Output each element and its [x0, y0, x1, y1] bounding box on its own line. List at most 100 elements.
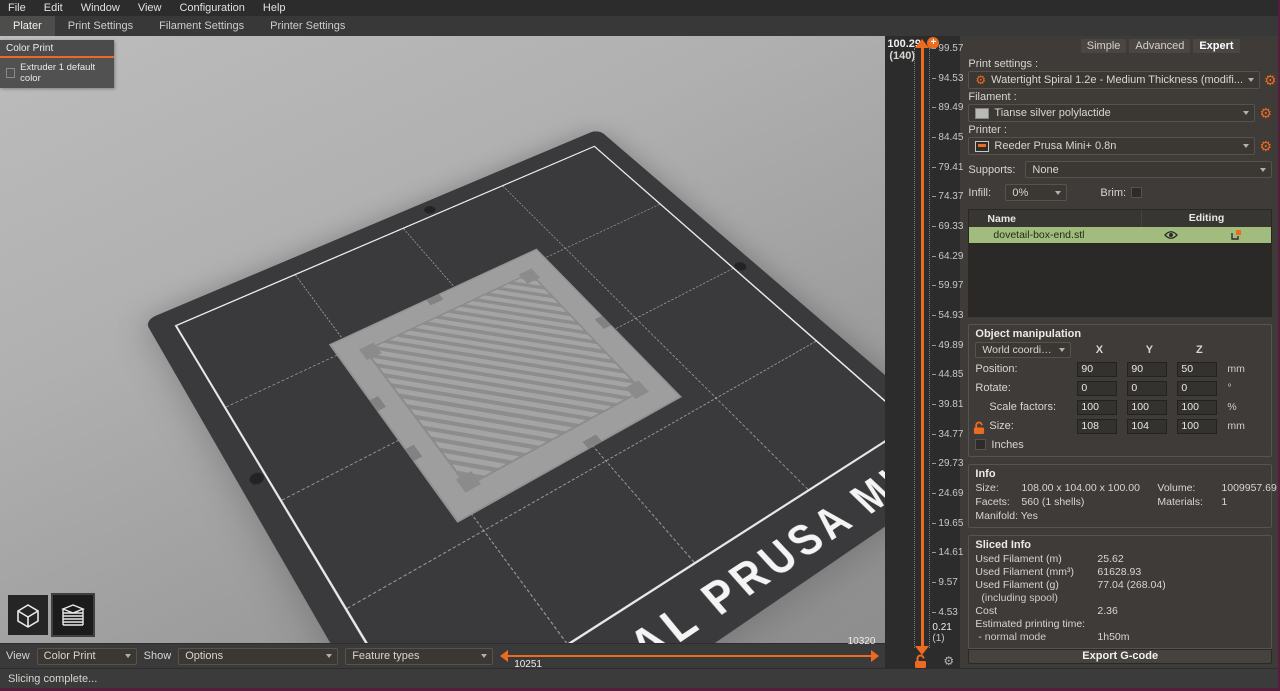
rotate-unit: °: [1227, 382, 1255, 394]
feature-types-select[interactable]: Feature types: [345, 648, 493, 665]
editing-button[interactable]: [1201, 229, 1271, 241]
prusaslicer-window: File Edit Window View Configuration Help Plat…: [0, 0, 1278, 688]
layer-tick-label: 44.85: [932, 370, 963, 380]
view-type-select[interactable]: Color Print: [37, 648, 137, 665]
printing-time-label: Estimated printing time:: [975, 618, 1265, 630]
info-materials-value: 1: [1221, 496, 1276, 508]
legend-entry-label: Extruder 1 default color: [20, 62, 108, 84]
3d-editor-view-button[interactable]: [8, 595, 48, 635]
object-row[interactable]: dovetail-box-end.stl: [969, 227, 1271, 243]
inches-checkbox[interactable]: [975, 439, 986, 450]
mode-simple[interactable]: Simple: [1081, 39, 1127, 53]
tab-print-settings[interactable]: Print Settings: [55, 16, 146, 36]
position-y-input[interactable]: [1127, 362, 1167, 377]
printing-time-value: 1h50m: [1097, 631, 1265, 643]
print-bed: ORIGINAL PRUSA MINI: [145, 129, 886, 643]
mode-expert[interactable]: Expert: [1193, 39, 1239, 53]
name-column-header: Name: [969, 213, 1141, 225]
layer-tick-label: 94.53: [932, 74, 963, 84]
tab-plater[interactable]: Plater: [0, 16, 55, 36]
feature-types-value: Feature types: [352, 650, 476, 662]
lock-icon[interactable]: [914, 654, 927, 674]
filament-label: Filament :: [968, 91, 1272, 103]
right-arrow-icon[interactable]: [871, 650, 879, 662]
rotate-z-input[interactable]: [1177, 381, 1217, 396]
menu-item[interactable]: Window: [81, 2, 120, 14]
show-options-select[interactable]: Options: [178, 648, 338, 665]
layers-icon: [59, 601, 87, 629]
left-arrow-icon[interactable]: [500, 650, 508, 662]
infill-select[interactable]: 0%: [1005, 184, 1067, 201]
menu-item[interactable]: Configuration: [179, 2, 244, 14]
model-corner: [359, 343, 381, 360]
position-z-input[interactable]: [1177, 362, 1217, 377]
layer-slider-track[interactable]: [921, 48, 924, 648]
scale-y-input[interactable]: [1127, 400, 1167, 415]
rotate-x-input[interactable]: [1077, 381, 1117, 396]
infill-value: 0%: [1012, 187, 1050, 199]
tab-printer-settings[interactable]: Printer Settings: [257, 16, 358, 36]
mode-advanced[interactable]: Advanced: [1129, 39, 1190, 53]
info-manifold-label: Manifold:: [975, 510, 1018, 522]
size-z-input[interactable]: [1177, 419, 1217, 434]
info-volume-label: Volume:: [1157, 482, 1217, 494]
layer-slider-dotted-track: [914, 48, 915, 648]
menu-item[interactable]: Edit: [44, 2, 63, 14]
chevron-down-icon: [1243, 144, 1249, 148]
supports-select[interactable]: None: [1025, 161, 1272, 178]
layer-tick-label: 14.61: [932, 548, 963, 558]
object-list: Name Editing dovetail-box-end.stl: [968, 209, 1272, 317]
scale-x-input[interactable]: [1077, 400, 1117, 415]
size-y-input[interactable]: [1127, 419, 1167, 434]
rotate-y-input[interactable]: [1127, 381, 1167, 396]
horizontal-range-slider[interactable]: 10320 10251: [500, 644, 879, 668]
info-materials-label: Materials:: [1157, 496, 1217, 508]
size-unit: mm: [1227, 420, 1255, 432]
position-x-input[interactable]: [1077, 362, 1117, 377]
info-title: Info: [975, 468, 1265, 480]
export-gcode-button[interactable]: Export G-code: [968, 649, 1272, 664]
tab-bar: Plater Print Settings Filament Settings …: [0, 16, 1278, 36]
object-manipulation-panel: Object manipulation World coordinates X …: [968, 324, 1272, 457]
visibility-toggle[interactable]: [1141, 230, 1201, 240]
gear-icon[interactable]: ⚙: [943, 654, 954, 668]
preview-toolbar: View Color Print Show Options Feature ty…: [0, 643, 885, 668]
printer-select[interactable]: Reeder Prusa Mini+ 0.8n: [968, 137, 1255, 155]
filament-gear-button[interactable]: ⚙: [1259, 106, 1272, 120]
coordinates-select[interactable]: World coordinates: [975, 342, 1071, 358]
3d-viewport[interactable]: ORIGINAL PRUSA MINI: [0, 36, 885, 643]
inches-label: Inches: [991, 439, 1023, 451]
layer-tick-label: 29.73: [932, 459, 963, 469]
menu-item[interactable]: View: [138, 2, 162, 14]
printer-gear-button[interactable]: ⚙: [1259, 139, 1272, 153]
filament-select[interactable]: Tianse silver polylactide: [968, 104, 1255, 122]
brim-label: Brim:: [1100, 187, 1126, 199]
scale-z-input[interactable]: [1177, 400, 1217, 415]
hslider-track[interactable]: [506, 655, 873, 657]
info-size-label: Size:: [975, 482, 1017, 494]
scale-lock-icon[interactable]: [973, 421, 985, 438]
brim-checkbox[interactable]: [1131, 187, 1142, 198]
object-manipulation-title: Object manipulation: [975, 328, 1265, 340]
filament-color-swatch: [975, 108, 989, 119]
layer-slider-bottom-layer: (1): [932, 633, 944, 644]
tab-filament-settings[interactable]: Filament Settings: [146, 16, 257, 36]
info-facets-value: 560 (1 shells): [1021, 496, 1153, 508]
cube-icon: [14, 601, 42, 629]
layer-tick-label: 34.77: [932, 430, 963, 440]
desktop: File Edit Window View Configuration Help Plat…: [0, 0, 1280, 691]
print-settings-gear-button[interactable]: ⚙: [1264, 73, 1277, 87]
size-x-input[interactable]: [1077, 419, 1117, 434]
chevron-down-icon: [1243, 111, 1249, 115]
print-settings-select[interactable]: ⚙ Watertight Spiral 1.2e - Medium Thickn…: [968, 71, 1260, 89]
used-filament-g-sub-label: (including spool): [975, 592, 1093, 604]
preview-view-button[interactable]: [53, 595, 93, 635]
layer-slider-bottom-value: 0.21: [932, 622, 951, 633]
layer-tick-label: 74.37: [932, 192, 963, 202]
menu-item[interactable]: File: [8, 2, 26, 14]
edit-icon: [1230, 229, 1242, 241]
menu-item[interactable]: Help: [263, 2, 286, 14]
cost-value: 2.36: [1097, 605, 1265, 617]
model-corner: [519, 269, 541, 284]
info-panel: Info Size: 108.00 x 104.00 x 100.00 Volu…: [968, 464, 1272, 528]
